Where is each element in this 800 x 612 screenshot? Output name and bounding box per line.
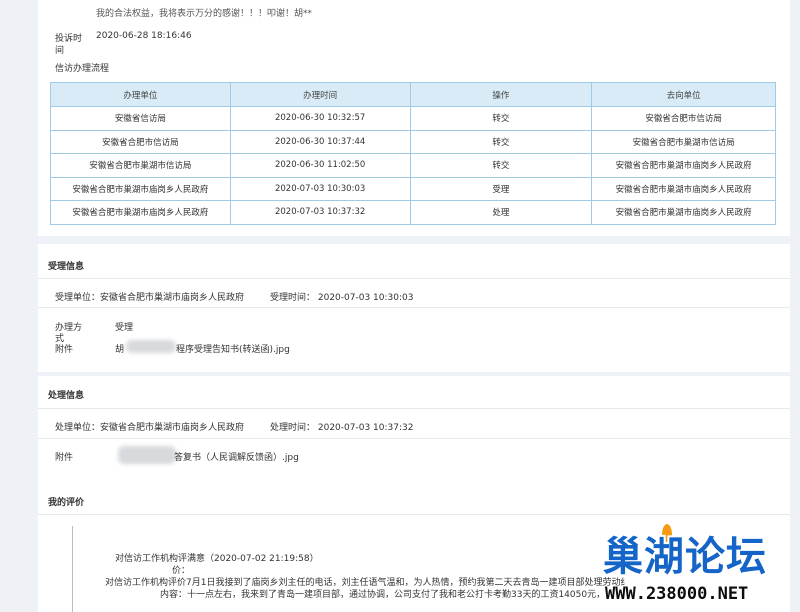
redaction-blur (126, 340, 176, 353)
col-header-time: 办理时间 (229, 82, 411, 107)
accept-attach-label: 附件 (55, 345, 74, 355)
flow-title: 信访办理流程 (55, 64, 110, 74)
cell-dest: 安徽省合肥市巢湖市庙岗乡人民政府 (591, 176, 776, 201)
accept-divider-2 (38, 307, 790, 308)
table-row: 安徽省合肥市巢湖市信访局 2020-06-30 11:02:50 转交 安徽省合… (50, 153, 776, 178)
accept-attach-prefix: 胡 (115, 345, 125, 355)
flow-table-header: 办理单位 办理时间 操作 去向单位 (50, 82, 776, 107)
cell-dest: 安徽省合肥市巢湖市庙岗乡人民政府 (591, 200, 776, 225)
handle-unit: 处理单位：安徽省合肥市巢湖市庙岗乡人民政府 (55, 423, 245, 433)
table-row: 安徽省合肥市信访局 2020-06-30 10:37:44 转交 安徽省合肥市巢… (50, 129, 776, 154)
cell-time: 2020-07-03 10:30:03 (229, 176, 411, 201)
cell-action: 转交 (409, 106, 593, 131)
accept-unit: 受理单位：安徽省合肥市巢湖市庙岗乡人民政府 (55, 293, 245, 303)
accept-info-panel: 受理信息 受理单位：安徽省合肥市巢湖市庙岗乡人民政府 受理时间： 2020-07… (38, 244, 790, 372)
cell-time: 2020-07-03 10:37:32 (229, 200, 411, 225)
watermark-url: WWW.238000.NET (605, 584, 749, 604)
cell-unit: 安徽省合肥市信访局 (50, 129, 231, 154)
table-row: 安徽省合肥市巢湖市庙岗乡人民政府 2020-07-03 10:37:32 处理 … (50, 200, 776, 225)
cell-time: 2020-06-30 10:32:57 (229, 106, 411, 131)
handle-time: 处理时间： 2020-07-03 10:37:32 (270, 423, 414, 433)
cell-time: 2020-06-30 11:02:50 (229, 153, 411, 178)
cell-unit: 安徽省合肥市巢湖市庙岗乡人民政府 (50, 200, 231, 225)
table-row: 安徽省信访局 2020-06-30 10:32:57 转交 安徽省合肥市信访局 (50, 106, 776, 131)
handle-info-title: 处理信息 (48, 391, 85, 401)
col-header-dest: 去向单位 (591, 82, 776, 107)
accept-divider (38, 278, 790, 279)
flow-table: 办理单位 办理时间 操作 去向单位 安徽省信访局 2020-06-30 10:3… (50, 82, 776, 225)
handle-attach-label: 附件 (55, 453, 74, 463)
complaint-time-value: 2020-06-28 18:16:46 (96, 31, 192, 41)
handle-info-panel: 处理信息 处理单位：安徽省合肥市巢湖市庙岗乡人民政府 处理时间： 2020-07… (38, 376, 790, 486)
cell-dest: 安徽省合肥市信访局 (591, 106, 776, 131)
complaint-time-label-wrap: 间 (55, 46, 65, 56)
col-header-unit: 办理单位 (50, 82, 231, 107)
complaint-panel: 我的合法权益，我将表示万分的感谢！！！叩谢！胡** 投诉时 间 2020-06-… (38, 0, 790, 236)
review-quote-bar (72, 526, 73, 612)
cell-action: 转交 (409, 153, 593, 178)
cell-action: 转交 (409, 129, 593, 154)
watermark-logo: 巢湖论坛 (603, 533, 767, 580)
cell-action: 处理 (409, 200, 593, 225)
redaction-blur (118, 446, 176, 464)
col-header-action: 操作 (409, 82, 593, 107)
review-title: 我的评价 (48, 498, 85, 508)
handle-attachment-link[interactable]: 答复书（人民调解反馈函）.jpg (174, 450, 299, 463)
cell-action: 受理 (409, 176, 593, 201)
cell-unit: 安徽省信访局 (50, 106, 231, 131)
cell-time: 2020-06-30 10:37:44 (229, 129, 411, 154)
cell-unit: 安徽省合肥市巢湖市信访局 (50, 153, 231, 178)
cell-dest: 安徽省合肥市巢湖市庙岗乡人民政府 (591, 153, 776, 178)
handle-divider (38, 408, 790, 409)
method-value: 受理 (115, 323, 134, 333)
table-row: 安徽省合肥市巢湖市庙岗乡人民政府 2020-07-03 10:30:03 受理 … (50, 176, 776, 201)
review-eval-line: 对信访工作机构评满意（2020-07-02 21:19:58） (115, 554, 319, 564)
handle-divider-2 (38, 438, 790, 439)
accept-info-title: 受理信息 (48, 262, 85, 272)
review-divider (38, 514, 790, 515)
accept-time: 受理时间： 2020-07-03 10:30:03 (270, 293, 414, 303)
review-body-line-2: 内容：十一点左右，我来到了青岛一建项目部，通过协调，公司支付了我和老公打卡考勤3… (160, 590, 620, 600)
cell-dest: 安徽省合肥市巢湖市信访局 (591, 129, 776, 154)
complaint-text-tail: 我的合法权益，我将表示万分的感谢！！！叩谢！胡** (96, 9, 313, 19)
accept-attachment-link[interactable]: 程序受理告知书(转送函).jpg (176, 342, 290, 355)
cell-unit: 安徽省合肥市巢湖市庙岗乡人民政府 (50, 176, 231, 201)
